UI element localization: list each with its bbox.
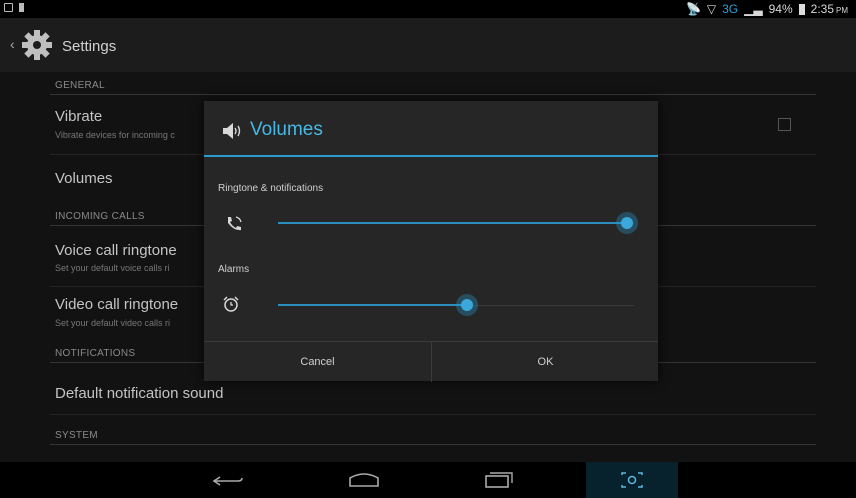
screenshot-icon (621, 472, 643, 488)
video-ringtone-title[interactable]: Video call ringtone (55, 296, 178, 313)
clock: 2:35 PM (811, 2, 848, 16)
vibrate-title[interactable]: Vibrate (55, 108, 102, 125)
alarms-slider-thumb[interactable] (456, 294, 478, 316)
cancel-button[interactable]: Cancel (204, 342, 431, 382)
vibrate-subtitle: Vibrate devices for incoming c (55, 130, 175, 140)
category-divider (50, 444, 816, 445)
wifi-icon: ▽ (706, 2, 717, 16)
dialog-header: Volumes (204, 101, 658, 157)
clock-time: 2:35 (810, 2, 834, 16)
battery-percent: 94% (768, 2, 793, 16)
category-general: GENERAL (55, 80, 105, 91)
ringtone-slider-fill (278, 222, 627, 224)
ringtone-phone-icon (228, 216, 242, 231)
home-icon[interactable] (318, 462, 410, 498)
recent-apps-icon[interactable] (452, 462, 544, 498)
dialog-button-bar: Cancel OK (204, 341, 659, 382)
action-bar: ‹ Settings (0, 18, 856, 72)
status-bar: 📡 ▽ 3G ▁▃ 94% 2:35 PM (0, 0, 856, 18)
notification-icon (4, 3, 13, 12)
up-chevron-icon[interactable]: ‹ (10, 36, 15, 52)
volumes-title[interactable]: Volumes (55, 170, 113, 187)
settings-gear-icon[interactable] (20, 28, 54, 62)
dialog-title-divider (204, 155, 658, 157)
back-icon[interactable] (184, 462, 276, 498)
volumes-dialog: Volumes Ringtone & notifications Alarms … (204, 101, 659, 382)
tablet-screen: 📡 ▽ 3G ▁▃ 94% 2:35 PM ‹ Settings GENERAL… (0, 0, 856, 498)
voice-ringtone-title[interactable]: Voice call ringtone (55, 242, 177, 259)
speaker-icon (223, 123, 241, 139)
ringtone-label: Ringtone & notifications (218, 183, 324, 194)
dialog-title: Volumes (250, 119, 323, 140)
battery-icon (798, 3, 805, 15)
category-divider (50, 94, 816, 95)
category-system: SYSTEM (55, 430, 98, 441)
video-ringtone-subtitle: Set your default video calls ri (55, 318, 171, 328)
alarm-clock-icon (223, 296, 239, 312)
page-title: Settings (62, 38, 117, 55)
clock-ampm: PM (836, 6, 848, 15)
signal-icon: ▁▃ (744, 2, 763, 16)
network-type: 3G (722, 2, 739, 16)
vibrate-checkbox[interactable] (778, 118, 791, 131)
notification-icon-2 (19, 3, 24, 12)
voice-ringtone-subtitle: Set your default voice calls ri (55, 263, 170, 273)
alarms-label: Alarms (218, 264, 250, 275)
bluetooth-icon: 📡 (685, 2, 701, 16)
category-incoming-calls: INCOMING CALLS (55, 211, 145, 222)
category-notifications: NOTIFICATIONS (55, 348, 136, 359)
ringtone-slider-thumb[interactable] (616, 212, 638, 234)
screenshot-button[interactable] (586, 462, 678, 498)
ok-button[interactable]: OK (432, 342, 659, 382)
navigation-bar (0, 462, 856, 498)
row-divider (50, 414, 816, 415)
alarms-slider-fill (278, 304, 467, 306)
default-notification-title[interactable]: Default notification sound (55, 385, 223, 402)
